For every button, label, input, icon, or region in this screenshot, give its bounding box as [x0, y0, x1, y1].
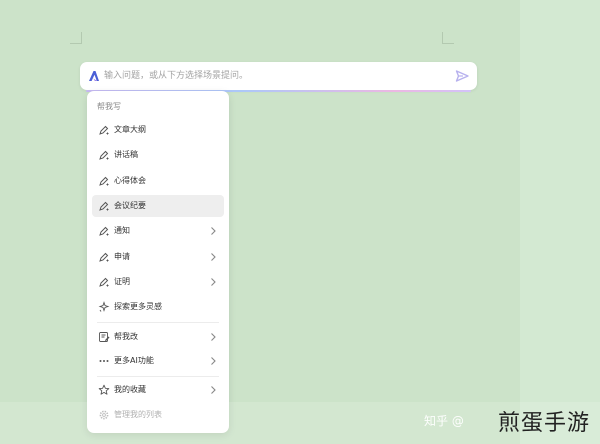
pen-sparkle-icon — [99, 277, 109, 287]
ai-logo-icon — [89, 71, 99, 81]
chevron-right-icon — [211, 253, 216, 261]
menu-heading: 帮我写 — [97, 102, 121, 111]
pen-sparkle-icon — [99, 125, 109, 135]
pen-sparkle-icon — [99, 226, 109, 236]
menu-item-more-ai[interactable]: 更多AI功能 — [92, 350, 224, 372]
watermark-source: 知乎 @ — [424, 414, 464, 428]
star-icon — [98, 384, 110, 395]
menu-item-label: 证明 — [114, 277, 130, 286]
menu-item-label: 更多AI功能 — [114, 356, 154, 365]
menu-item-certificate[interactable]: 证明 — [92, 271, 224, 293]
edit-document-icon — [99, 332, 110, 342]
paper-plane-icon[interactable] — [455, 69, 469, 83]
menu-item-reflection[interactable]: 心得体会 — [92, 170, 224, 192]
menu-divider — [97, 376, 219, 377]
menu-item-favorites[interactable]: 我的收藏 — [92, 379, 224, 401]
menu-item-article-outline[interactable]: 文章大纲 — [92, 119, 224, 141]
chevron-right-icon — [211, 386, 216, 394]
ai-scenario-menu: 帮我写 文章大纲 讲话稿 心得体会 会议纪要 通知 申请 证明 探索更多灵感 帮… — [87, 91, 229, 433]
menu-item-application[interactable]: 申请 — [92, 246, 224, 268]
pen-sparkle-icon — [99, 252, 109, 262]
menu-item-label: 申请 — [114, 252, 130, 261]
menu-item-explore-inspiration[interactable]: 探索更多灵感 — [92, 296, 224, 318]
pen-sparkle-icon — [99, 176, 109, 186]
ai-prompt-input[interactable] — [104, 67, 444, 85]
page-corner-mark-right — [442, 32, 454, 44]
chevron-right-icon — [211, 333, 216, 341]
page-corner-mark-left — [70, 32, 82, 44]
menu-item-label: 心得体会 — [114, 176, 146, 185]
menu-item-notice[interactable]: 通知 — [92, 220, 224, 242]
menu-item-label: 文章大纲 — [114, 125, 146, 134]
pen-sparkle-icon — [99, 150, 109, 160]
canvas-margin — [520, 0, 600, 444]
pen-sparkle-icon — [99, 201, 109, 211]
menu-item-meeting-minutes[interactable]: 会议纪要 — [92, 195, 224, 217]
sparkle-explore-icon — [98, 301, 110, 312]
more-dots-icon — [99, 360, 109, 362]
menu-item-label: 会议纪要 — [114, 201, 146, 210]
menu-item-label: 我的收藏 — [114, 385, 146, 394]
watermark-site: 煎蛋手游 — [498, 411, 591, 436]
chevron-right-icon — [211, 227, 216, 235]
menu-item-label: 通知 — [114, 226, 130, 235]
menu-divider — [97, 322, 219, 323]
menu-item-edit-for-me[interactable]: 帮我改 — [92, 326, 224, 348]
menu-item-label: 帮我改 — [114, 332, 138, 341]
chevron-right-icon — [211, 278, 216, 286]
chevron-right-icon — [211, 357, 216, 365]
menu-item-label: 探索更多灵感 — [114, 302, 162, 311]
menu-item-label: 讲话稿 — [114, 150, 138, 159]
menu-item-speech[interactable]: 讲话稿 — [92, 144, 224, 166]
